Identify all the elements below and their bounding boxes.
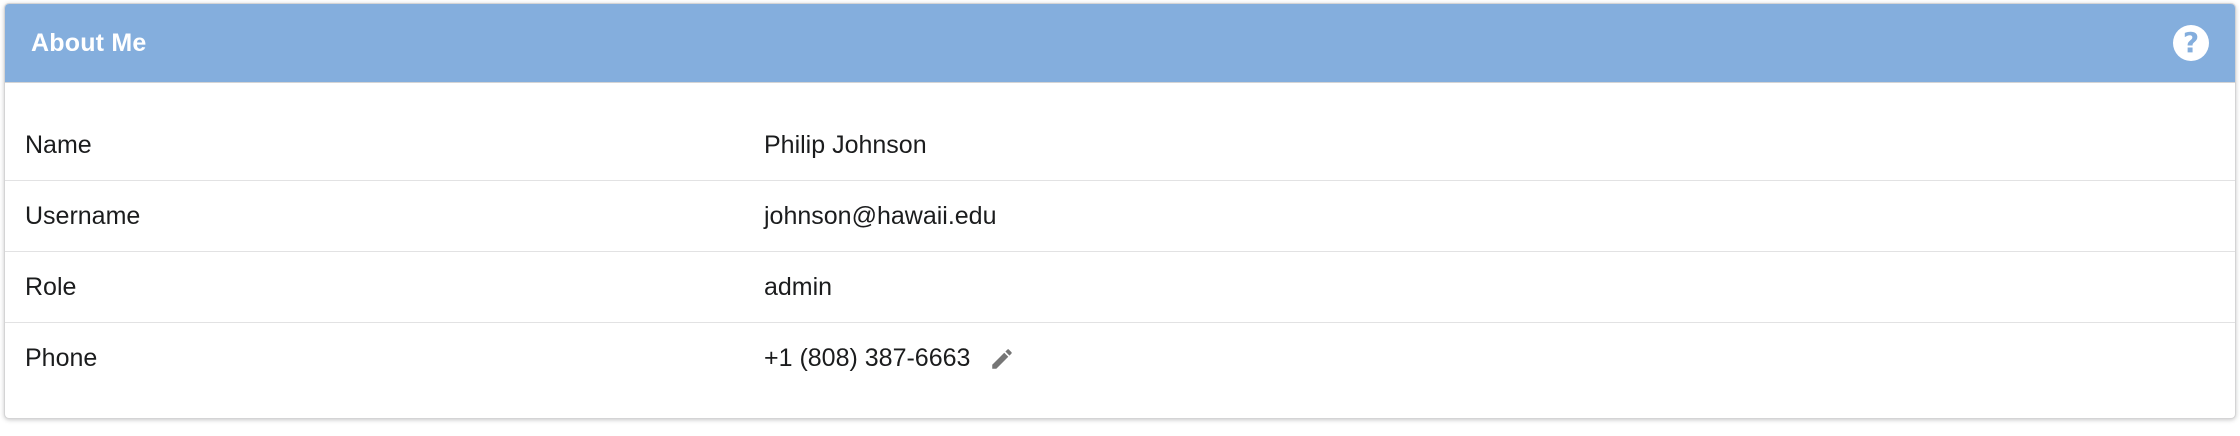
phone-value-text: +1 (808) 387-6663 [764,344,971,372]
card-title: About Me [31,28,147,57]
phone-label: Phone [25,344,98,372]
username-label: Username [25,201,141,230]
table-row-phone: Phone +1 (808) 387-6663 [5,323,2235,394]
table-row-name: Name Philip Johnson [5,110,2235,181]
about-me-card: About Me ? Name Philip Johnson Username … [4,3,2236,419]
name-value: Philip Johnson [764,131,927,160]
table-row-role: Role admin [5,252,2235,323]
username-value: johnson@hawaii.edu [764,202,996,231]
role-label: Role [25,272,77,301]
role-value-text: admin [764,272,833,301]
role-value: admin [764,273,832,302]
pencil-icon[interactable] [988,345,1016,373]
name-label: Name [25,130,92,159]
question-circle-icon[interactable]: ? [2173,25,2209,61]
phone-value: +1 (808) 387-6663 [764,344,1016,373]
card-header: About Me ? [5,4,2235,83]
username-value-text: johnson@hawaii.edu [764,201,997,230]
name-value-text: Philip Johnson [764,130,927,159]
table-row-username: Username johnson@hawaii.edu [5,181,2235,252]
info-table: Name Philip Johnson Username johnson@haw… [5,110,2235,394]
